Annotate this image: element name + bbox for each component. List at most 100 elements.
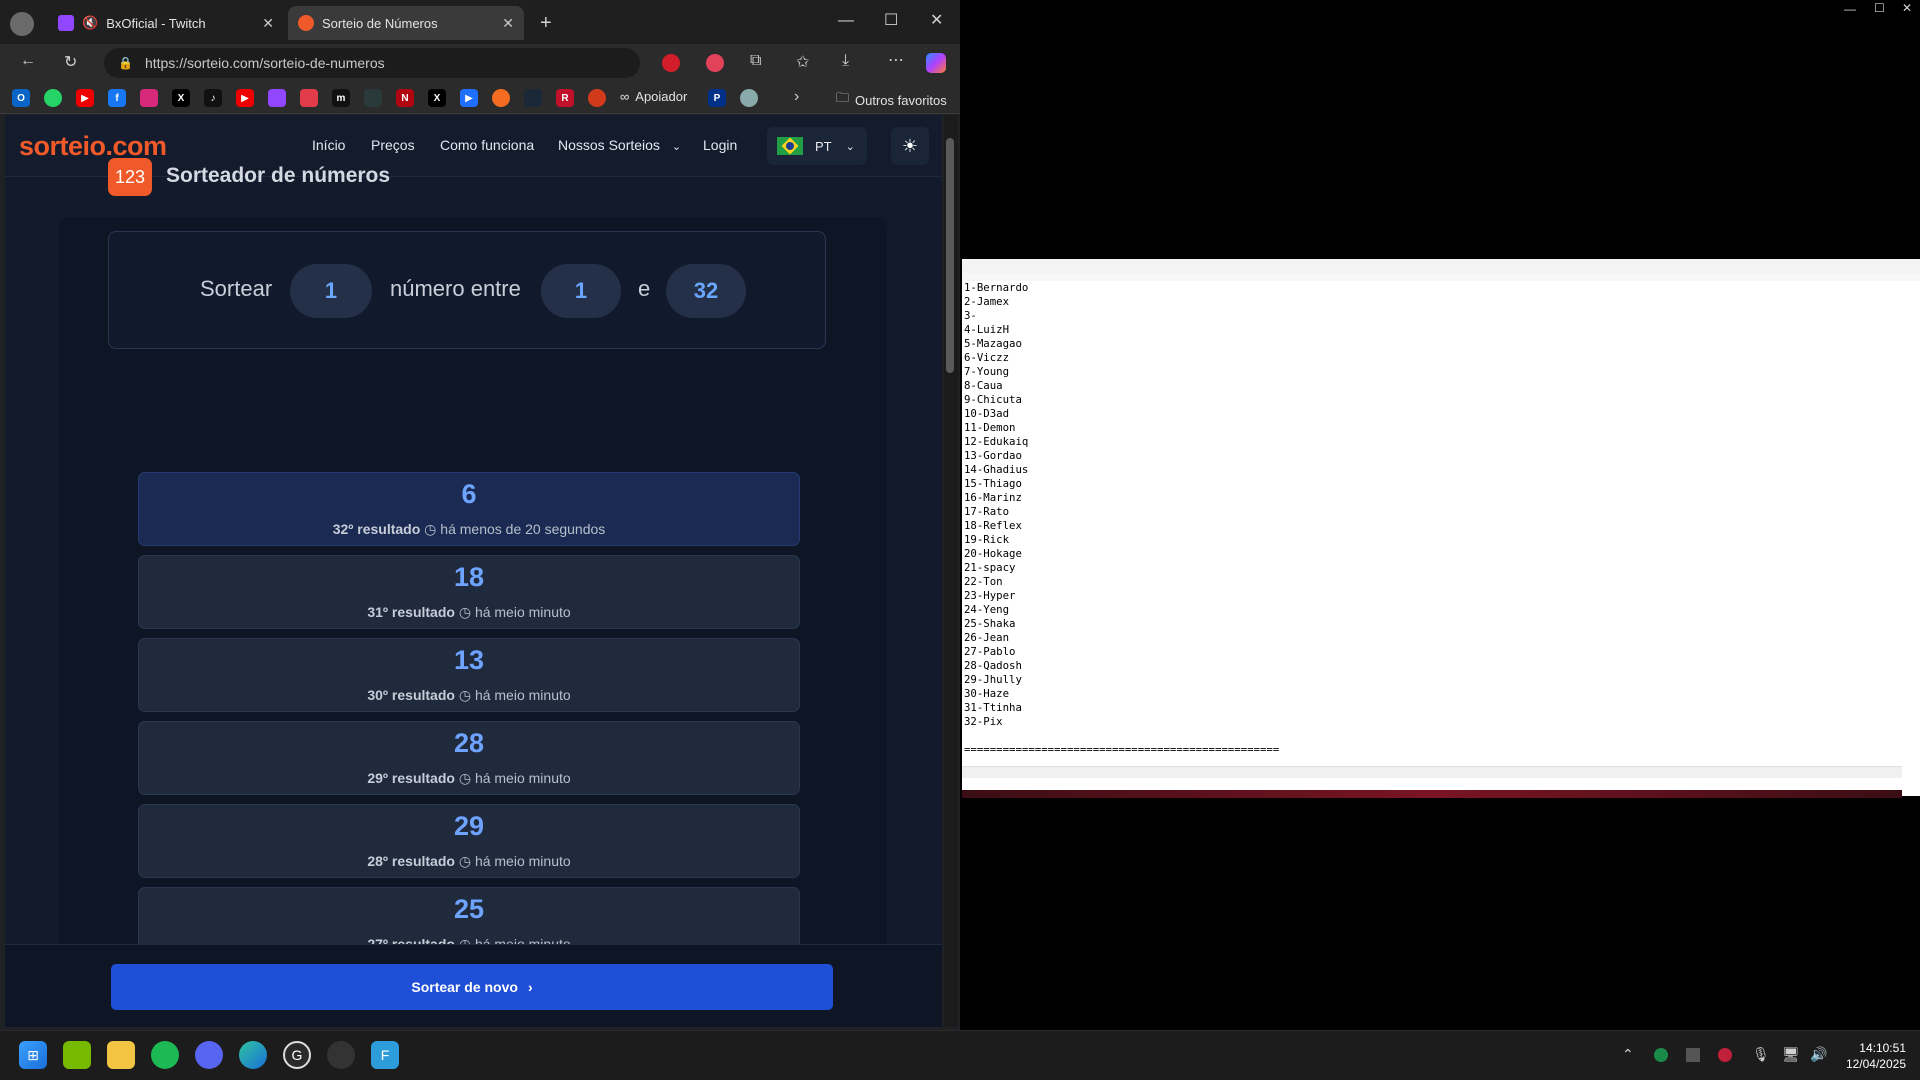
windows-start-icon[interactable]: ⊞: [19, 1041, 47, 1069]
file-explorer-icon[interactable]: [107, 1041, 135, 1069]
result-meta: 30º resultado ◷ há meio minuto: [367, 687, 571, 703]
nav-inicio[interactable]: Início: [312, 137, 345, 153]
r-icon[interactable]: R: [556, 89, 574, 107]
bookmark-dark-icon[interactable]: [364, 89, 382, 107]
nvidia-icon[interactable]: [63, 1041, 91, 1069]
theme-toggle[interactable]: ☀: [891, 127, 929, 165]
result-number: 28: [453, 728, 485, 758]
instagram-icon[interactable]: [140, 89, 158, 107]
play-icon[interactable]: ▶: [460, 89, 478, 107]
netflix-icon[interactable]: N: [396, 89, 414, 107]
tray-chevron-icon[interactable]: ⌃: [1622, 1046, 1634, 1063]
copilot-icon[interactable]: [926, 53, 946, 73]
notepad-statusbar: [962, 766, 1902, 778]
redraw-button[interactable]: Sortear de novo ›: [111, 964, 833, 1010]
close-icon[interactable]: ✕: [262, 15, 274, 32]
notepad-line: ========================================…: [964, 743, 1280, 756]
steam-icon[interactable]: [524, 89, 542, 107]
more-icon[interactable]: ⋯: [888, 50, 904, 70]
x-icon[interactable]: X: [428, 89, 446, 107]
url-text: https://sorteio.com/sorteio-de-numeros: [144, 55, 385, 71]
close-window-icon[interactable]: ✕: [1902, 1, 1912, 15]
discord-icon[interactable]: [195, 1041, 223, 1069]
outlook-icon[interactable]: O: [12, 89, 30, 107]
orange-icon[interactable]: [492, 89, 510, 107]
download-icon[interactable]: ⤓: [842, 52, 849, 70]
tab-twitch[interactable]: 🔇 BxOficial - Twitch ✕: [48, 6, 284, 40]
bookmark-folder-outros[interactable]: 🗀 Outros favoritos: [836, 89, 947, 111]
back-icon[interactable]: ←: [20, 52, 36, 70]
spotify-icon[interactable]: [151, 1041, 179, 1069]
maximize-icon[interactable]: ☐: [884, 10, 898, 30]
label-sortear: Sortear: [200, 276, 273, 301]
notepad-text[interactable]: 1-Bernardo 2-Jamex 3- 4-LuizH 5-Mazagao 6-Vic…: [964, 281, 1564, 757]
network-icon[interactable]: 🖥: [1782, 1046, 1800, 1063]
scrollbar-thumb[interactable]: [946, 138, 954, 373]
page-title: Sorteador de números: [166, 164, 391, 187]
whatsapp-icon[interactable]: [44, 89, 62, 107]
address-bar[interactable]: 🔒 https://sorteio.com/sorteio-de-numeros: [104, 48, 640, 78]
volume-icon[interactable]: 🔊: [1810, 1046, 1827, 1063]
nav-login[interactable]: Login: [703, 137, 737, 153]
x-icon[interactable]: X: [172, 89, 190, 107]
maximize-icon[interactable]: ☐: [1874, 1, 1885, 15]
tab-sorteio[interactable]: Sorteio de Números ✕: [288, 6, 524, 40]
paypal-icon[interactable]: P: [708, 89, 726, 107]
bookmark-apoiador[interactable]: ∞ Apoiador: [620, 89, 687, 104]
adblock-icon[interactable]: [662, 54, 680, 72]
result-number: 6: [461, 479, 477, 509]
tiktok-icon[interactable]: ♪: [204, 89, 222, 107]
twitch-icon[interactable]: [268, 89, 286, 107]
facebook-icon[interactable]: f: [108, 89, 126, 107]
notepad-line: 24-Yeng: [964, 603, 1010, 616]
tray-red-icon[interactable]: [1718, 1048, 1732, 1062]
app-g-icon[interactable]: G: [283, 1041, 311, 1069]
extensions-icon[interactable]: ⧉: [750, 52, 761, 70]
youtube-icon[interactable]: ▶: [76, 89, 94, 107]
app-f-icon[interactable]: F: [371, 1041, 399, 1069]
tab-title: BxOficial - Twitch: [106, 15, 206, 31]
min-input[interactable]: 1: [541, 264, 621, 318]
red-circle-icon[interactable]: [588, 89, 606, 107]
max-input[interactable]: 32: [666, 264, 746, 318]
round-icon[interactable]: [740, 89, 758, 107]
taskbar-clock[interactable]: 14:10:51 12/04/2025: [1830, 1040, 1906, 1072]
notepad-line: 25-Shaka: [964, 617, 1016, 630]
extension-red-icon[interactable]: [706, 54, 724, 72]
notepad-line: 30-Haze: [964, 687, 1010, 700]
notepad-line: 29-Jhully: [964, 673, 1022, 686]
sorteio-favicon-icon: [298, 15, 314, 31]
nav-nossos-sorteios[interactable]: Nossos Sorteios ⌄: [558, 137, 681, 153]
tab-strip: 🔇 BxOficial - Twitch ✕ Sorteio de Número…: [0, 0, 960, 46]
tray-green-icon[interactable]: [1654, 1048, 1668, 1062]
new-tab-icon[interactable]: +: [540, 12, 552, 35]
notepad-line: 3-: [964, 309, 977, 322]
language-select[interactable]: PT ⌄: [767, 127, 867, 165]
profile-avatar[interactable]: [10, 12, 34, 36]
nav-precos[interactable]: Preços: [371, 137, 415, 153]
tray-app-icon[interactable]: [1686, 1048, 1700, 1062]
quantity-input[interactable]: 1: [290, 264, 372, 318]
obs-icon[interactable]: [327, 1041, 355, 1069]
microphone-icon[interactable]: 🎙: [1752, 1046, 1770, 1063]
muted-icon[interactable]: 🔇: [82, 15, 98, 31]
edge-icon[interactable]: [239, 1041, 267, 1069]
notepad-line: 11-Demon: [964, 421, 1016, 434]
nav-como-funciona[interactable]: Como funciona: [440, 137, 534, 153]
favorites-icon[interactable]: ✩: [796, 52, 809, 72]
result-number: 25: [453, 894, 485, 924]
close-icon[interactable]: ✕: [502, 15, 514, 32]
close-window-icon[interactable]: ✕: [930, 10, 943, 30]
minimize-icon[interactable]: —: [1844, 2, 1856, 16]
chevron-right-icon: ›: [527, 979, 533, 995]
guilded-icon[interactable]: [300, 89, 318, 107]
minimize-icon[interactable]: —: [838, 12, 854, 30]
clock-icon: ◷: [458, 604, 472, 620]
result-item: 6 32º resultado ◷ há menos de 20 segundo…: [138, 472, 800, 546]
notepad-line: 21-spacy: [964, 561, 1016, 574]
notepad-menu: [962, 273, 1920, 281]
m-icon[interactable]: m: [332, 89, 350, 107]
chevron-right-icon[interactable]: ›: [794, 88, 799, 106]
youtube-icon[interactable]: ▶: [236, 89, 254, 107]
reload-icon[interactable]: ↻: [64, 52, 77, 72]
